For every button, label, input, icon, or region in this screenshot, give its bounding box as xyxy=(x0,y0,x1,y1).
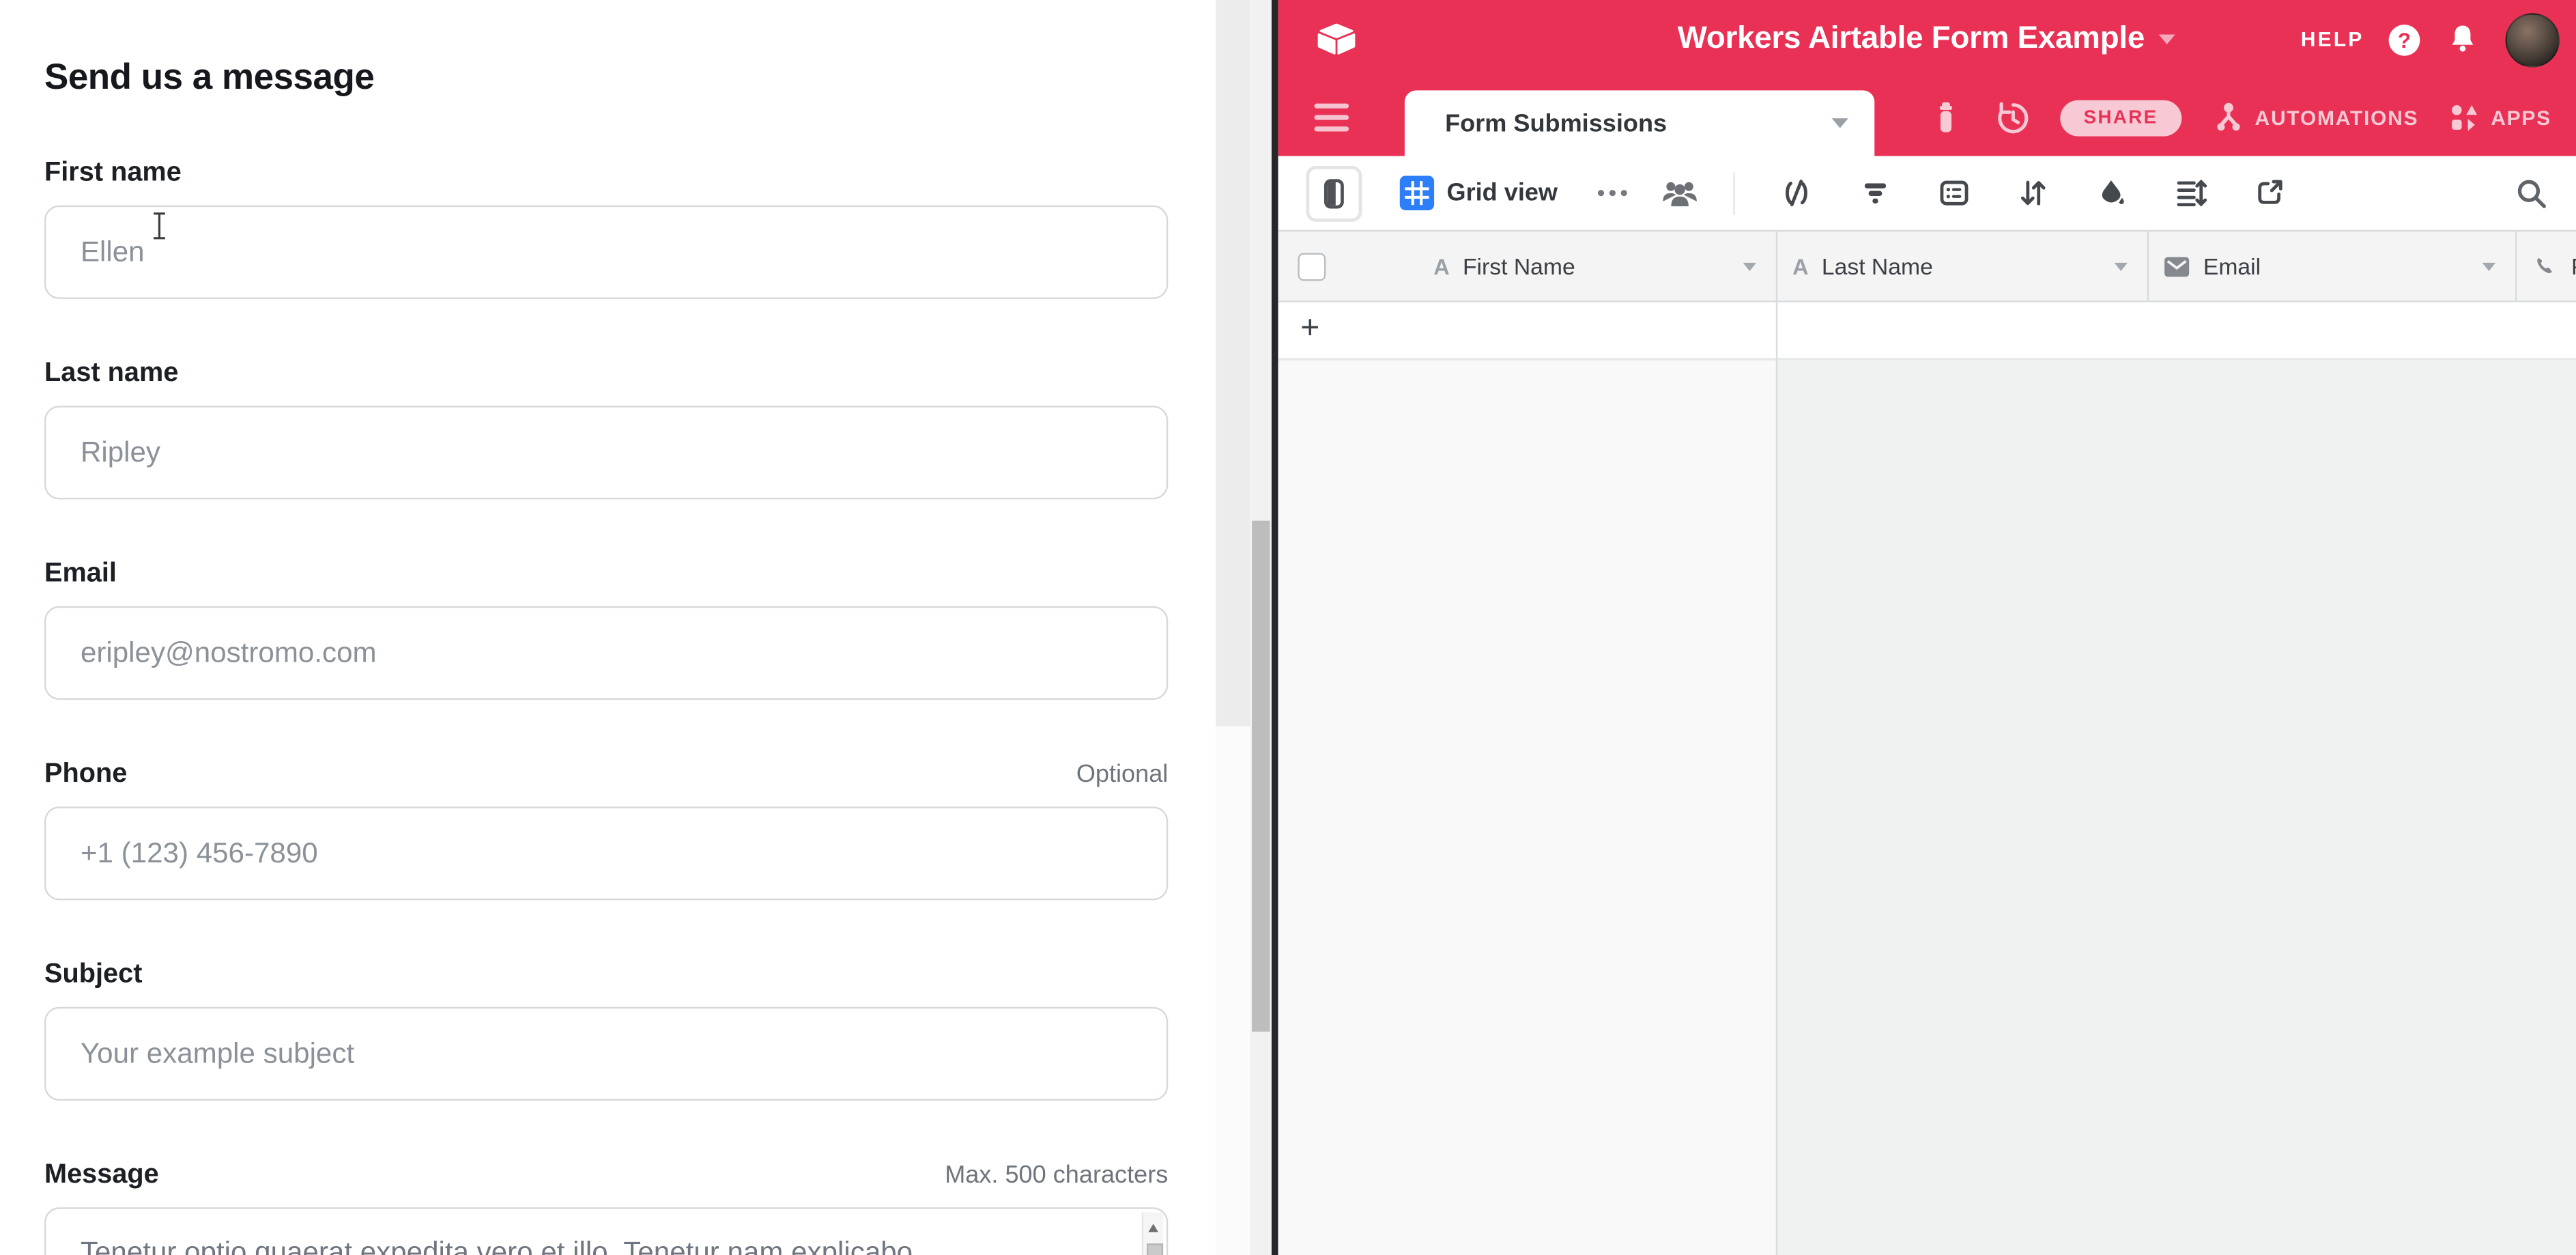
grid-body-frozen-area xyxy=(1278,361,1776,1255)
table-tab-label: Form Submissions xyxy=(1404,109,1667,137)
first-name-input[interactable] xyxy=(44,206,1168,299)
text-field-type-icon: A xyxy=(1792,254,1808,279)
message-scrollbar[interactable] xyxy=(1142,1212,1163,1255)
hide-fields-icon[interactable] xyxy=(1779,175,1814,210)
search-icon[interactable] xyxy=(2514,175,2549,210)
frozen-column-divider xyxy=(1776,302,1777,1255)
column-header-first-name[interactable]: A First Name xyxy=(1278,231,1776,300)
collaborators-icon[interactable] xyxy=(1659,178,1700,208)
view-options-dots-icon[interactable] xyxy=(1597,189,1629,197)
last-name-label: Last name xyxy=(44,360,178,388)
left-pane-scrollbar[interactable] xyxy=(1250,0,1272,1255)
view-toolbar: Grid view xyxy=(1278,156,2576,230)
left-pane-gutter xyxy=(1216,0,1250,1255)
contact-form-pane: Send us a message First name Last name E… xyxy=(0,0,1216,1255)
toolbar-divider xyxy=(1734,171,1735,214)
field-first-name: First name xyxy=(44,159,1168,298)
add-row-plus-icon[interactable]: + xyxy=(1300,311,1319,348)
text-field-type-icon: A xyxy=(1433,254,1449,279)
column-name: First Name xyxy=(1463,253,1575,279)
table-tab-form-submissions[interactable]: Form Submissions xyxy=(1404,90,1874,156)
share-label: SHARE xyxy=(2084,108,2158,128)
first-name-label: First name xyxy=(44,159,182,187)
apps-button[interactable]: APPS xyxy=(2446,100,2551,136)
field-phone: Phone Optional xyxy=(44,761,1168,900)
share-view-icon[interactable] xyxy=(2252,175,2287,210)
email-label: Email xyxy=(44,560,117,588)
message-maxchars-note: Max. 500 characters xyxy=(945,1161,1168,1189)
trash-icon[interactable] xyxy=(1928,98,1965,136)
phone-input[interactable] xyxy=(44,806,1168,900)
field-last-name: Last name xyxy=(44,360,1168,499)
base-history-icon[interactable] xyxy=(1993,98,2033,137)
message-textarea[interactable]: Tenetur optio quaerat expedita vero et i… xyxy=(44,1207,1168,1255)
base-title-caret-icon[interactable] xyxy=(2160,35,2176,44)
column-name: Phone xyxy=(2571,253,2576,279)
apps-label: APPS xyxy=(2491,106,2551,129)
grid-header-row: A First Name A Last Name Email xyxy=(1278,230,2576,302)
topbar-right-cluster: HELP ? xyxy=(2301,0,2560,79)
color-icon[interactable] xyxy=(2095,175,2130,210)
table-tab-caret-icon[interactable] xyxy=(1831,118,1848,128)
message-label: Message xyxy=(44,1161,159,1189)
column-name: Last Name xyxy=(1822,253,1933,279)
column-name: Email xyxy=(2203,253,2261,279)
filter-icon[interactable] xyxy=(1859,175,1893,210)
automations-label: AUTOMATIONS xyxy=(2255,106,2419,129)
automations-icon xyxy=(2209,98,2246,136)
add-row[interactable]: + xyxy=(1278,302,2576,360)
base-title[interactable]: Workers Airtable Form Example xyxy=(1678,21,2145,57)
subject-label: Subject xyxy=(44,961,142,989)
airtable-pane: Workers Airtable Form Example HELP ? For… xyxy=(1278,0,2576,1255)
user-avatar[interactable] xyxy=(2505,12,2559,66)
phone-field-type-icon xyxy=(2532,253,2558,279)
field-message: Message Max. 500 characters Tenetur opti… xyxy=(44,1161,1168,1255)
tabbar-right-cluster: SHARE AUTOMATIONS xyxy=(1928,79,2551,156)
text-cursor-icon xyxy=(151,212,167,240)
sidebar-panel-icon xyxy=(1323,178,1343,208)
apps-icon xyxy=(2446,100,2482,136)
airtable-tabbar: Form Submissions xyxy=(1278,79,2576,156)
screen: Send us a message First name Last name E… xyxy=(0,0,2576,1255)
field-subject: Subject xyxy=(44,961,1168,1100)
share-button[interactable]: SHARE xyxy=(2061,100,2181,136)
message-text: Tenetur optio quaerat expedita vero et i… xyxy=(81,1235,1115,1255)
select-all-checkbox[interactable] xyxy=(1297,253,1325,281)
help-button[interactable]: HELP xyxy=(2301,28,2364,51)
column-header-last-name[interactable]: A Last Name xyxy=(1776,231,2147,300)
row-height-icon[interactable] xyxy=(2174,175,2209,210)
help-question-icon[interactable]: ? xyxy=(2389,24,2420,55)
view-sidebar-toggle-button[interactable] xyxy=(1306,165,1362,221)
field-email: Email xyxy=(44,560,1168,699)
sort-icon[interactable] xyxy=(2016,175,2051,210)
grid-view-icon[interactable] xyxy=(1399,175,1434,210)
column-caret-icon[interactable] xyxy=(2115,263,2128,271)
column-header-email[interactable]: Email xyxy=(2147,231,2515,300)
left-pane-scrollbar-thumb[interactable] xyxy=(1252,521,1270,1032)
tables-menu-icon[interactable] xyxy=(1314,104,1349,132)
subject-input[interactable] xyxy=(44,1007,1168,1101)
group-icon[interactable] xyxy=(1937,175,1972,210)
notifications-bell-icon[interactable] xyxy=(2444,21,2480,57)
airtable-topbar: Workers Airtable Form Example HELP ? xyxy=(1278,0,2576,79)
form-title: Send us a message xyxy=(44,56,1168,99)
view-name-label[interactable]: Grid view xyxy=(1447,179,1558,207)
column-caret-icon[interactable] xyxy=(2482,263,2495,271)
column-header-phone[interactable]: Phone xyxy=(2515,231,2576,300)
grid-body-area xyxy=(1776,361,2576,1255)
phone-label: Phone xyxy=(44,761,127,789)
automations-button[interactable]: AUTOMATIONS xyxy=(2209,98,2418,136)
message-scrollbar-thumb[interactable] xyxy=(1146,1243,1162,1255)
window-divider xyxy=(1272,0,1278,1255)
column-caret-icon[interactable] xyxy=(1743,263,1756,271)
phone-optional-note: Optional xyxy=(1076,761,1168,789)
scroll-up-arrow-icon[interactable] xyxy=(1148,1224,1158,1232)
last-name-input[interactable] xyxy=(44,406,1168,499)
email-input[interactable] xyxy=(44,606,1168,700)
email-field-type-icon xyxy=(2164,255,2190,277)
